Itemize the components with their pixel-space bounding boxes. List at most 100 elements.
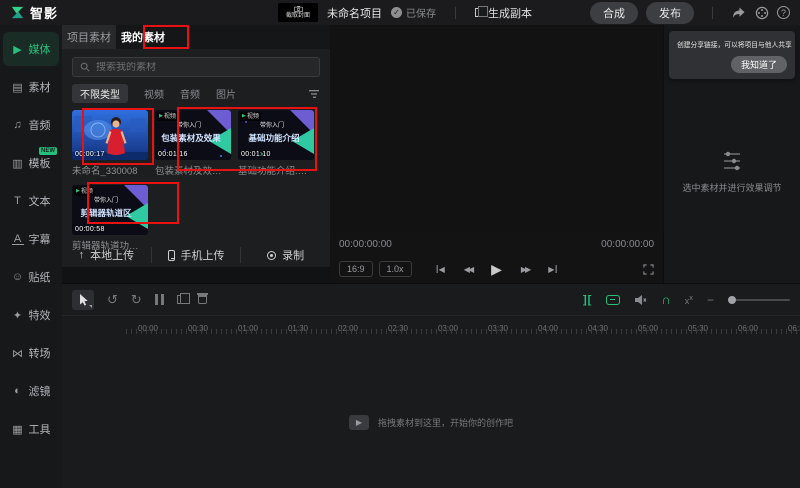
skip-start-button[interactable]: ◀ xyxy=(436,265,445,274)
transition-icon: ⋈ xyxy=(12,347,24,360)
sidebar-item-effects[interactable]: ✦ 特效 xyxy=(3,298,59,332)
skip-end-button[interactable]: ▶ xyxy=(548,265,557,274)
snap-magnet-icon[interactable]: ∩ xyxy=(661,292,670,307)
tab-my-materials[interactable]: 我的素材 xyxy=(116,25,170,49)
sliders-icon xyxy=(720,150,744,172)
project-name[interactable]: 未命名项目 xyxy=(327,5,382,21)
got-it-button[interactable]: 我知道了 xyxy=(731,56,787,73)
sidebar-item-template[interactable]: ▥ 模板 NEW xyxy=(3,146,59,180)
video-type-badge: ▶ 视频 xyxy=(157,112,178,121)
sidebar-item-transition[interactable]: ⋈ 转场 xyxy=(3,336,59,370)
timeline-zoom-slider[interactable] xyxy=(728,299,790,301)
media-grid: 00:00:17 未命名_330008 带你入门 包装素材及效果 xyxy=(72,110,320,252)
sort-funnel-icon[interactable] xyxy=(309,89,320,99)
camera-icon xyxy=(294,6,303,12)
fullscreen-icon[interactable] xyxy=(643,264,654,275)
mute-icon[interactable] xyxy=(634,294,647,306)
share-tip-text: 创建分享链接，可以将项目与他人共享 xyxy=(677,40,760,50)
subtitle-icon: A xyxy=(12,234,24,245)
undo-icon[interactable]: ↺ xyxy=(107,293,118,306)
duration-badge: 00:00:58 xyxy=(75,226,105,233)
duplicate-button[interactable]: 生成副本 xyxy=(475,5,532,21)
zoom-out-icon[interactable]: − xyxy=(707,293,714,307)
sidebar-item-audio[interactable]: ♫ 音频 xyxy=(3,108,59,142)
timeline-tracks[interactable]: ▶ 拖拽素材到这里，开始你的创作吧 xyxy=(62,336,800,488)
sidebar-item-tools[interactable]: ▦ 工具 xyxy=(3,412,59,446)
effects-panel: 创建分享链接，可以将项目与他人共享 我知道了 选中素材并进行效果调节 xyxy=(663,25,800,283)
timeline-panel: ↺ ↻ ][ ∩ xx − xyxy=(62,283,800,488)
sidebar-item-subtitle[interactable]: A 字幕 xyxy=(3,222,59,256)
text-icon: T xyxy=(12,195,24,207)
media-panel: 项目素材 我的素材 不限类型 视频 音频 图片 xyxy=(62,25,330,267)
delete-icon[interactable] xyxy=(198,295,207,304)
split-view-icon[interactable] xyxy=(155,294,164,305)
timeline-ruler[interactable]: 00:0000:3001:0001:3002:0002:3003:0003:30… xyxy=(62,316,800,336)
ruler-ticks xyxy=(126,329,800,334)
zoom-slider-knob[interactable] xyxy=(728,296,736,304)
help-icon[interactable]: ? xyxy=(777,6,790,19)
search-box[interactable] xyxy=(72,57,320,77)
copy-clip-icon[interactable] xyxy=(177,295,185,304)
aspect-ratio-button[interactable]: 16:9 xyxy=(339,261,373,277)
svg-text:基础功能介绍: 基础功能介绍 xyxy=(247,133,300,143)
svg-text:带你入门: 带你入门 xyxy=(94,196,118,204)
sidebar-item-filter[interactable]: ◐ 滤镜 xyxy=(3,374,59,408)
effects-empty-state: 选中素材并进行效果调节 xyxy=(664,150,800,194)
video-viewport[interactable] xyxy=(330,25,663,233)
record-icon xyxy=(267,251,276,260)
play-icon: ▶ xyxy=(76,189,80,194)
sparkle-icon: ✦ xyxy=(12,309,24,322)
timeline-empty-state: ▶ 拖拽素材到这里，开始你的创作吧 xyxy=(349,415,513,430)
sidebar-item-media[interactable]: ▶ 媒体 xyxy=(3,32,59,66)
tab-project-materials[interactable]: 项目素材 xyxy=(62,25,116,49)
cut-clip-icon[interactable]: ][ xyxy=(583,294,592,306)
play-button[interactable]: ▶ xyxy=(491,261,502,278)
media-item-3[interactable]: 带你入门 基础功能介绍 ▶ 视频 00:01:10 基础功能介绍.mp4 xyxy=(238,110,314,177)
clip-icon: ▶ xyxy=(349,415,369,430)
redo-icon[interactable]: ↻ xyxy=(131,293,142,306)
svg-text:剪辑器轨道区: 剪辑器轨道区 xyxy=(80,208,132,218)
svg-text:带你入门: 带你入门 xyxy=(260,121,284,129)
upload-icon: ↑ xyxy=(79,249,85,261)
phone-upload-button[interactable]: 手机上传 xyxy=(151,247,241,263)
app-logo[interactable]: 智影 xyxy=(10,3,58,22)
sidebar-item-sticker[interactable]: ☺ 贴纸 xyxy=(3,260,59,294)
search-input[interactable] xyxy=(96,62,312,73)
record-button[interactable]: 录制 xyxy=(240,247,330,263)
sidebar-item-text[interactable]: T 文本 xyxy=(3,184,59,218)
rewind-button[interactable]: ◀◀ xyxy=(464,265,472,274)
fast-forward-button[interactable]: ▶▶ xyxy=(521,265,529,274)
play-icon: ▶ xyxy=(159,114,163,119)
local-upload-button[interactable]: ↑ 本地上传 xyxy=(62,247,151,263)
compose-button[interactable]: 合成 xyxy=(590,2,638,24)
media-tabs: 项目素材 我的素材 xyxy=(62,25,330,49)
filter-image[interactable]: 图片 xyxy=(216,86,236,101)
filter-all[interactable]: 不限类型 xyxy=(72,84,128,103)
speed-button[interactable]: 1.0x xyxy=(379,261,412,277)
logo-icon xyxy=(10,5,25,20)
duration-badge: 00:01:16 xyxy=(158,151,188,158)
keyframe-icon[interactable] xyxy=(606,295,620,305)
filter-audio[interactable]: 音频 xyxy=(180,86,200,101)
app-title: 智影 xyxy=(30,3,58,22)
timeline-toolbar-right: ][ ∩ xx − xyxy=(583,292,790,307)
media-item-1[interactable]: 00:00:17 未命名_330008 xyxy=(72,110,148,177)
layers-icon: ▤ xyxy=(12,81,24,94)
phone-icon xyxy=(168,250,175,261)
media-item-4[interactable]: 带你入门 剪辑器轨道区 ▶ 视频 00:00:58 剪辑器轨道功能.mp4 xyxy=(72,185,148,252)
link-toggle-icon[interactable]: xx xyxy=(685,293,693,306)
media-thumb-tutorial: 带你入门 包装素材及效果 ▶ 视频 00:01:16 xyxy=(155,110,231,160)
publish-button[interactable]: 发布 xyxy=(646,2,694,24)
media-item-name: 未命名_330008 xyxy=(72,163,148,177)
media-item-2[interactable]: 带你入门 包装素材及效果 ▶ 视频 00:01:16 包装素材及效果.mp4 xyxy=(155,110,231,177)
template-icon: ▥ xyxy=(12,157,24,170)
filter-video[interactable]: 视频 xyxy=(144,86,164,101)
capture-cover-button[interactable]: 截取封面 xyxy=(278,3,318,22)
media-icon: ▶ xyxy=(12,43,24,56)
new-badge: NEW xyxy=(39,147,57,155)
select-tool-button[interactable] xyxy=(72,290,94,310)
share-icon[interactable] xyxy=(731,5,746,20)
film-reel-icon[interactable] xyxy=(754,5,769,20)
copy-icon xyxy=(475,8,483,17)
sidebar-item-material[interactable]: ▤ 素材 xyxy=(3,70,59,104)
